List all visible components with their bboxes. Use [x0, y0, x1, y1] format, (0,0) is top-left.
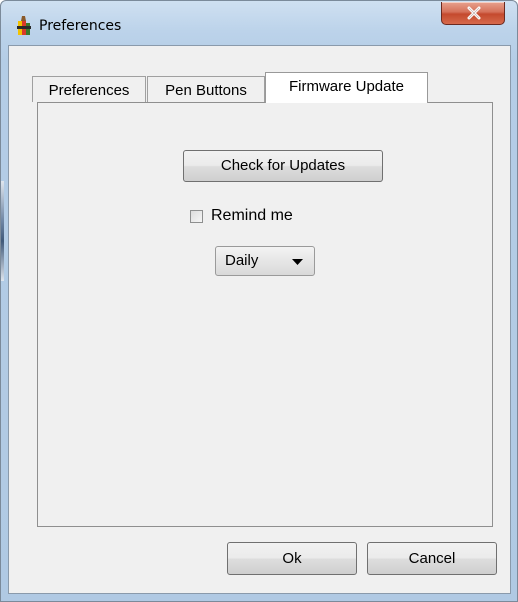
ok-button[interactable]: Ok — [227, 542, 357, 575]
window-title: Preferences — [39, 18, 122, 34]
preferences-window: Preferences Preferences Pen Buttons Firm… — [0, 0, 518, 602]
firmware-update-panel: Check for Updates Remind me Daily — [37, 102, 493, 527]
remind-me-checkbox[interactable] — [190, 210, 203, 223]
frequency-selected-value: Daily — [225, 252, 259, 269]
close-button[interactable] — [441, 2, 505, 25]
remind-me-label[interactable]: Remind me — [211, 207, 293, 225]
cancel-button[interactable]: Cancel — [367, 542, 497, 575]
app-icon — [15, 15, 33, 37]
tab-firmware-update[interactable]: Firmware Update — [265, 72, 428, 103]
close-icon — [467, 6, 481, 20]
tab-pen-buttons[interactable]: Pen Buttons — [147, 76, 265, 102]
tab-preferences[interactable]: Preferences — [32, 76, 146, 102]
window-edge-shadow — [1, 181, 4, 281]
reminder-frequency-select[interactable]: Daily — [215, 246, 315, 276]
check-for-updates-button[interactable]: Check for Updates — [183, 150, 383, 182]
chevron-down-icon — [292, 259, 303, 265]
title-bar[interactable]: Preferences — [1, 1, 517, 45]
